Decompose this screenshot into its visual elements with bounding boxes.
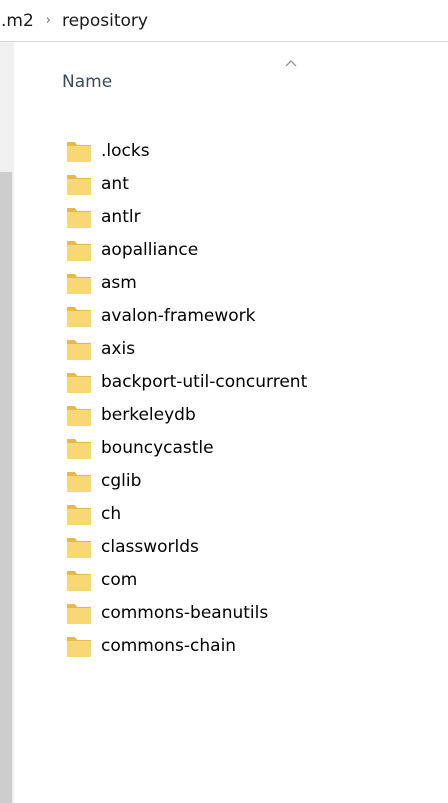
folder-item-8[interactable]: berkeleydb (66, 398, 307, 431)
breadcrumb-item-repository[interactable]: repository (62, 7, 148, 35)
folder-icon (67, 603, 91, 624)
folder-item-11[interactable]: ch (66, 497, 307, 530)
folder-item-12[interactable]: classworlds (66, 530, 307, 563)
folder-item-0[interactable]: .locks (66, 134, 307, 167)
folder-icon (67, 471, 91, 492)
folder-item-6[interactable]: axis (66, 332, 307, 365)
chevron-up-icon (285, 60, 297, 67)
folder-icon (67, 207, 91, 228)
breadcrumb-item-m2[interactable]: .m2 (1, 7, 34, 35)
folder-icon (67, 339, 91, 360)
file-name: asm (101, 272, 137, 293)
folder-item-9[interactable]: bouncycastle (66, 431, 307, 464)
file-name: backport-util-concurrent (101, 371, 308, 392)
file-name: com (101, 569, 138, 590)
file-name: classworlds (101, 536, 199, 557)
folder-item-2[interactable]: antlr (66, 200, 307, 233)
file-name: ant (101, 173, 129, 194)
folder-icon (67, 306, 91, 327)
folder-item-15[interactable]: commons-chain (66, 629, 307, 662)
scrollbar[interactable] (0, 42, 14, 803)
file-name: bouncycastle (101, 437, 214, 458)
folder-icon (67, 438, 91, 459)
scrollbar-thumb[interactable] (0, 172, 12, 803)
file-name: avalon-framework (101, 305, 256, 326)
file-name: commons-chain (101, 635, 237, 656)
file-name: berkeleydb (101, 404, 196, 425)
file-list: .locks ant antlr aopalliance asm avalon-… (66, 134, 307, 662)
file-explorer-window: .m2 › repository Name .locks ant antlr a… (0, 0, 448, 803)
folder-item-4[interactable]: asm (66, 266, 307, 299)
folder-icon (67, 174, 91, 195)
column-header-name[interactable]: Name (62, 72, 112, 92)
folder-icon (67, 537, 91, 558)
folder-icon (67, 240, 91, 261)
folder-icon (67, 636, 91, 657)
file-name: commons-beanutils (101, 602, 269, 623)
file-name: ch (101, 503, 122, 524)
folder-icon (67, 372, 91, 393)
file-name: antlr (101, 206, 141, 227)
folder-icon (67, 141, 91, 162)
file-name: cglib (101, 470, 142, 491)
breadcrumb[interactable]: .m2 › repository (0, 0, 448, 42)
folder-item-10[interactable]: cglib (66, 464, 307, 497)
folder-item-14[interactable]: commons-beanutils (66, 596, 307, 629)
folder-icon (67, 570, 91, 591)
folder-icon (67, 405, 91, 426)
breadcrumb-separator-icon[interactable]: › (46, 9, 51, 33)
folder-icon (67, 273, 91, 294)
file-name: .locks (101, 140, 150, 161)
folder-item-13[interactable]: com (66, 563, 307, 596)
file-name: axis (101, 338, 136, 359)
folder-icon (67, 504, 91, 525)
folder-item-1[interactable]: ant (66, 167, 307, 200)
file-name: aopalliance (101, 239, 199, 260)
folder-item-7[interactable]: backport-util-concurrent (66, 365, 307, 398)
folder-item-5[interactable]: avalon-framework (66, 299, 307, 332)
folder-item-3[interactable]: aopalliance (66, 233, 307, 266)
